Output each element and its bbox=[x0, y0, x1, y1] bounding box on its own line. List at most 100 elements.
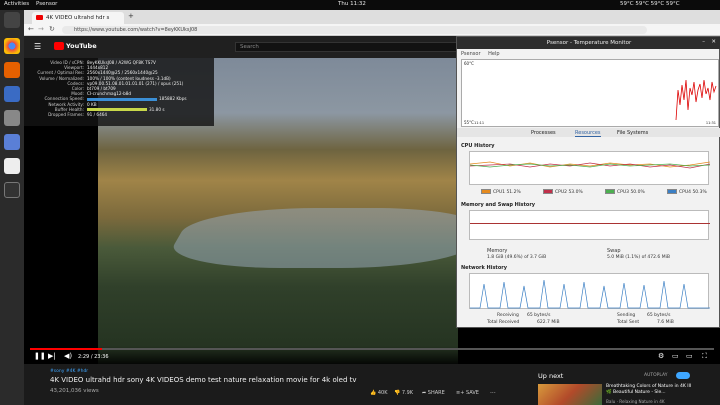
video-info: #sony #4K #hdr 4K VIDEO ultrahd hdr sony… bbox=[24, 364, 720, 405]
sending-label: Sending bbox=[617, 313, 636, 318]
minimize-icon[interactable]: – bbox=[702, 39, 705, 45]
memory-history-title: Memory and Swap History bbox=[461, 202, 536, 208]
more-icon[interactable]: ··· bbox=[490, 390, 496, 397]
save-button[interactable]: ≡+ SAVE bbox=[456, 390, 479, 396]
up-next-label: Up next bbox=[538, 372, 564, 380]
menu-icon[interactable]: ☰ bbox=[34, 42, 41, 51]
psensor-titlebar: Psensor - Temperature Monitor – ✕ bbox=[457, 37, 720, 49]
files-icon[interactable] bbox=[4, 110, 20, 126]
total-received-label: Total Received bbox=[487, 320, 520, 325]
miniplayer-icon[interactable]: ▭ bbox=[672, 352, 679, 360]
total-sent-label: Total Sent bbox=[617, 320, 640, 325]
calendar-icon[interactable] bbox=[4, 158, 20, 174]
cpu-swatch bbox=[605, 189, 615, 194]
tab-processes[interactable]: Processes bbox=[531, 130, 556, 136]
cpu-history-title: CPU History bbox=[461, 143, 495, 149]
chrome-icon[interactable] bbox=[4, 38, 20, 54]
cpu-legend-text: CPU3 50.0% bbox=[617, 190, 645, 195]
video-title: 4K VIDEO ultrahd hdr sony 4K VIDEOS demo… bbox=[50, 376, 357, 384]
stats-key: Dropped Frames: bbox=[48, 111, 84, 117]
cpu-history-graph bbox=[469, 151, 710, 185]
stats-bar bbox=[87, 108, 147, 112]
memory-history-graph bbox=[469, 210, 710, 240]
dislike-button[interactable]: 👎 7.9K bbox=[394, 390, 413, 396]
network-lines bbox=[470, 279, 710, 309]
clock[interactable]: Thu 11:32 bbox=[338, 1, 366, 7]
youtube-logo-icon[interactable] bbox=[54, 42, 64, 50]
search-input[interactable]: Search bbox=[235, 42, 465, 52]
swap-label: Swap bbox=[607, 248, 621, 254]
stats-value: 91 / 6464 bbox=[87, 111, 108, 117]
cpu-legend-item: CPU4 50.3% bbox=[667, 189, 707, 195]
stats-value: 31.80 s bbox=[149, 106, 165, 112]
temperature-line bbox=[675, 79, 717, 121]
autoplay-label: AUTOPLAY bbox=[644, 373, 668, 378]
back-icon[interactable]: ← bbox=[28, 25, 34, 33]
pause-icon[interactable]: ❚❚ bbox=[34, 352, 46, 360]
stats-value: 185882 Kbps bbox=[159, 96, 187, 102]
stats-bar bbox=[87, 97, 157, 101]
cpu-legend-item: CPU2 53.0% bbox=[543, 189, 583, 195]
browser-tabstrip: 4K VIDEO ultrahd hdr s + bbox=[24, 10, 720, 24]
receiving-value: 65 bytes/s bbox=[527, 313, 551, 318]
total-sent-value: 7.6 MiB bbox=[657, 320, 674, 325]
cpu-lines bbox=[470, 161, 710, 169]
next-video-title[interactable]: Breathtaking Colors of Nature in 4K III … bbox=[606, 384, 694, 395]
next-video-thumbnail[interactable] bbox=[538, 384, 602, 405]
like-button[interactable]: 👍 40K bbox=[370, 390, 387, 396]
settings-icon[interactable]: ⚙ bbox=[658, 352, 664, 360]
cpu-legend-text: CPU2 53.0% bbox=[555, 190, 583, 195]
cpu-swatch bbox=[481, 189, 491, 194]
youtube-favicon-icon bbox=[36, 15, 43, 20]
close-icon[interactable]: ✕ bbox=[711, 39, 716, 45]
app-menu[interactable]: Psensor bbox=[36, 1, 57, 7]
tab-resources[interactable]: Resources bbox=[575, 130, 601, 137]
autoplay-toggle[interactable] bbox=[676, 372, 690, 379]
stats-value: 0 KB bbox=[87, 101, 97, 107]
firefox-icon[interactable] bbox=[4, 62, 20, 78]
thunderbird-icon[interactable] bbox=[4, 86, 20, 102]
memory-value: 1.8 GiB (49.6%) of 3.7 GiB bbox=[487, 255, 547, 260]
memory-label: Memory bbox=[487, 248, 508, 254]
terminal-icon[interactable] bbox=[4, 12, 20, 28]
stats-for-nerds-panel: Video ID / sCPN: 8eyKKUksJ08 / A2WG QF8K … bbox=[24, 58, 214, 126]
fullscreen-icon[interactable]: ⛶ bbox=[702, 352, 707, 361]
receiving-label: Receiving bbox=[497, 313, 519, 318]
video-river bbox=[160, 208, 496, 268]
menu-help[interactable]: Help bbox=[488, 51, 499, 57]
cpu-legend-text: CPU1 51.2% bbox=[493, 190, 521, 195]
tab-file-systems[interactable]: File Systems bbox=[617, 130, 648, 136]
temperature-graph: 60°C 55°C 11:11 11:31 bbox=[461, 59, 719, 127]
youtube-logo-text: YouTube bbox=[66, 42, 97, 50]
url-field[interactable]: https://www.youtube.com/watch?v=8eyKKUks… bbox=[62, 26, 647, 34]
remote-desktop-icon[interactable] bbox=[4, 134, 20, 150]
network-history-title: Network History bbox=[461, 265, 507, 271]
system-topbar: Activities Psensor Thu 11:32 59°C 59°C 5… bbox=[0, 0, 720, 10]
psensor-window: Psensor - Temperature Monitor – ✕ Psenso… bbox=[456, 36, 720, 328]
volume-icon[interactable]: ◀) bbox=[64, 352, 72, 360]
cpu-legend-item: CPU3 50.0% bbox=[605, 189, 645, 195]
tab-youtube[interactable]: 4K VIDEO ultrahd hdr s bbox=[32, 12, 124, 24]
dock bbox=[0, 10, 24, 405]
swap-value: 5.0 MiB (1.1%) of 472.6 MiB bbox=[607, 255, 670, 260]
seek-bar[interactable] bbox=[30, 348, 714, 350]
reload-icon[interactable]: ↻ bbox=[49, 25, 55, 33]
new-tab-icon[interactable]: + bbox=[128, 12, 134, 20]
menu-psensor[interactable]: Psensor bbox=[461, 51, 481, 57]
network-history-graph bbox=[469, 273, 710, 309]
next-video-channel: Balu · Relaxing Nature in 4K bbox=[606, 399, 665, 404]
player-controls: ❚❚ ▶| ◀) 2:29 / 23:36 ⚙ ▭ ▭ ⛶ bbox=[24, 346, 720, 364]
system-monitor-icon[interactable] bbox=[4, 182, 20, 198]
view-count: 43,201,036 views bbox=[50, 388, 99, 394]
address-bar: ← → ↻ https://www.youtube.com/watch?v=8e… bbox=[24, 24, 720, 36]
cpu-swatch bbox=[543, 189, 553, 194]
cpu-swatch bbox=[667, 189, 677, 194]
forward-icon[interactable]: → bbox=[38, 25, 44, 33]
next-icon[interactable]: ▶| bbox=[48, 352, 56, 360]
temperature-indicator[interactable]: 59°C 59°C 59°C 59°C bbox=[620, 1, 680, 7]
theater-icon[interactable]: ▭ bbox=[686, 352, 693, 360]
hashtags[interactable]: #sony #4K #hdr bbox=[50, 369, 88, 374]
share-button[interactable]: ➦ SHARE bbox=[422, 390, 445, 396]
activities-button[interactable]: Activities bbox=[4, 1, 29, 7]
sending-value: 65 bytes/s bbox=[647, 313, 671, 318]
